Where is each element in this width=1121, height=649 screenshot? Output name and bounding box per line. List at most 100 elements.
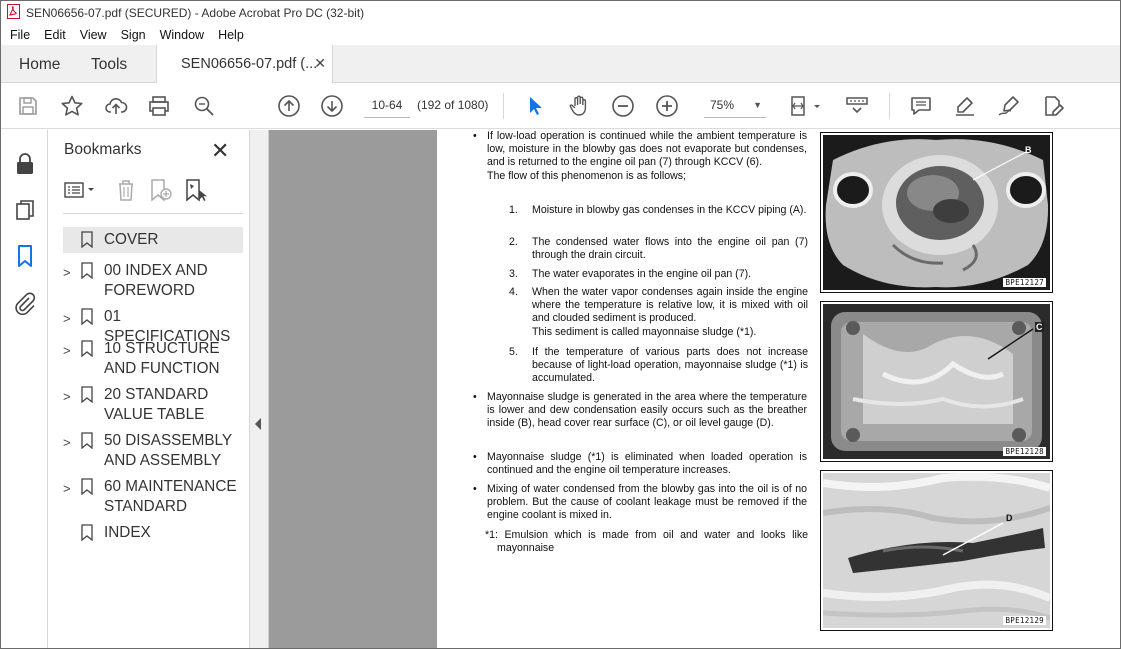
chevron-right-icon[interactable]: > (63, 263, 71, 283)
menu-view[interactable]: View (73, 28, 114, 42)
tab-bar: Home Tools SEN06656-07.pdf (... ✕ (1, 45, 1120, 84)
zoom-search-icon[interactable] (191, 93, 217, 119)
paragraph-sludge-eliminated: • Mayonnaise sludge (*1) is eliminated w… (473, 451, 807, 477)
photo-marker: C (1035, 322, 1044, 332)
title-bar: SEN06656-07.pdf (SECURED) - Adobe Acroba… (1, 1, 1120, 25)
chevron-right-icon[interactable]: > (63, 309, 71, 329)
sign-pen-icon[interactable] (996, 93, 1022, 119)
document-view[interactable]: • If low-load operation is continued whi… (269, 130, 1120, 648)
bookmark-item-maintenance-standard[interactable]: > 60 MAINTENANCE STANDARD (63, 477, 244, 517)
photo-breather-image: B BPE12127 (823, 135, 1050, 290)
lock-icon[interactable] (13, 152, 37, 176)
bullet-icon: • (473, 391, 477, 403)
photo-oil-gauge-image: D BPE12129 (823, 473, 1050, 628)
highlight-pen-icon[interactable] (952, 93, 978, 119)
step-number: 3. (509, 268, 518, 280)
tab-tools[interactable]: Tools (91, 56, 127, 74)
bookmark-item-cover[interactable]: COVER (63, 227, 243, 253)
navigation-rail (1, 130, 48, 648)
paragraph-coolant: • Mixing of water condensed from the blo… (473, 483, 807, 523)
bookmark-item-standard-value-table[interactable]: > 20 STANDARD VALUE TABLE (63, 385, 244, 425)
zoom-level-value: 75% (710, 98, 735, 112)
photo-head-cover: C BPE12128 (820, 301, 1053, 462)
select-cursor-icon[interactable] (522, 93, 548, 119)
attachments-icon[interactable] (13, 291, 37, 316)
page-number-input[interactable]: 10-64 (364, 92, 410, 118)
collapse-panel-icon[interactable] (255, 418, 261, 430)
tab-document-label: SEN06656-07.pdf (... (181, 56, 318, 72)
zoom-out-icon[interactable] (610, 93, 636, 119)
star-icon[interactable] (59, 93, 85, 119)
chevron-right-icon[interactable]: > (63, 479, 71, 499)
bookmark-icon (81, 308, 93, 331)
tab-home[interactable]: Home (19, 56, 60, 74)
step-text: When the water vapor condenses again ins… (532, 286, 808, 325)
bookmarks-panel: Bookmarks ✕ COVER > 00 INDEX AND FOREWOR (49, 130, 250, 648)
bookmark-from-selection-icon[interactable] (184, 178, 208, 207)
save-icon[interactable] (15, 93, 41, 119)
bookmark-options-icon[interactable] (63, 180, 97, 205)
menu-file[interactable]: File (1, 28, 37, 42)
menu-window[interactable]: Window (153, 28, 211, 42)
toolbar: 10-64 (192 of 1080) 75% ▼ (1, 83, 1120, 129)
bookmark-tools (63, 178, 233, 204)
panel-splitter[interactable] (250, 130, 269, 648)
bookmark-icon (81, 231, 93, 254)
step-text: If the temperature of various parts does… (532, 346, 808, 385)
delete-bookmark-icon[interactable] (115, 178, 137, 207)
hand-tool-icon[interactable] (566, 93, 592, 119)
bookmark-panel-icon[interactable] (13, 244, 37, 268)
footnote-mark: *1: (485, 529, 498, 541)
photo-caption: BPE12127 (1003, 278, 1046, 287)
step-number: 5. (509, 346, 518, 358)
bookmark-label: 60 MAINTENANCE STANDARD (104, 478, 237, 515)
page-thumbnails-icon[interactable] (13, 198, 37, 222)
paragraph-text: Mayonnaise sludge is generated in the ar… (487, 391, 807, 430)
zoom-in-icon[interactable] (654, 93, 680, 119)
acrobat-window: SEN06656-07.pdf (SECURED) - Adobe Acroba… (0, 0, 1121, 649)
close-panel-icon[interactable]: ✕ (211, 138, 229, 164)
scroll-mode-icon[interactable] (844, 93, 870, 119)
bookmark-item-index-foreword[interactable]: > 00 INDEX AND FOREWORD (63, 261, 244, 301)
photo-caption: BPE12129 (1003, 616, 1046, 625)
close-tab-icon[interactable]: ✕ (314, 55, 326, 72)
step-number: 4. (509, 286, 518, 298)
edit-document-icon[interactable] (1040, 93, 1066, 119)
menu-sign[interactable]: Sign (114, 28, 153, 42)
bookmark-label: 10 STRUCTURE AND FUNCTION (104, 340, 220, 377)
chevron-right-icon[interactable]: > (63, 387, 71, 407)
comment-icon[interactable] (908, 93, 934, 119)
acrobat-app-icon (7, 4, 20, 22)
step-text: Moisture in blowby gas condenses in the … (532, 204, 807, 216)
bookmark-item-structure-function[interactable]: > 10 STRUCTURE AND FUNCTION (63, 339, 244, 379)
menu-help[interactable]: Help (211, 28, 251, 42)
previous-page-icon[interactable] (276, 93, 302, 119)
step-text: The condensed water flows into the engin… (532, 236, 808, 262)
step-item: 5. If the temperature of various parts d… (509, 346, 808, 386)
photo-caption: BPE12128 (1003, 447, 1046, 456)
cloud-upload-icon[interactable] (103, 93, 129, 119)
next-page-icon[interactable] (319, 93, 345, 119)
paragraph-text: Mayonnaise sludge (*1) is eliminated whe… (487, 451, 807, 477)
print-icon[interactable] (146, 93, 172, 119)
bookmark-label: COVER (104, 231, 159, 248)
bookmark-item-index[interactable]: INDEX (63, 523, 244, 543)
bookmark-item-disassembly-assembly[interactable]: > 50 DISASSEMBLY AND ASSEMBLY (63, 431, 244, 471)
step-text: The water evaporates in the engine oil p… (532, 268, 752, 280)
page-gutter (269, 130, 437, 648)
menu-edit[interactable]: Edit (37, 28, 73, 42)
paragraph-low-load: • If low-load operation is continued whi… (473, 130, 807, 183)
step-text-continued: This sediment is called mayonnaise sludg… (532, 325, 757, 338)
paragraph-text: If low-load operation is continued while… (487, 130, 807, 169)
zoom-level-select[interactable]: 75% ▼ (704, 92, 766, 118)
photo-head-cover-image: C BPE12128 (823, 304, 1050, 459)
new-bookmark-icon[interactable] (149, 178, 173, 207)
fit-page-icon[interactable] (787, 93, 823, 119)
step-number: 2. (509, 236, 518, 248)
tab-document[interactable]: SEN06656-07.pdf (... ✕ (156, 45, 333, 84)
chevron-right-icon[interactable]: > (63, 433, 71, 453)
bookmark-label: 00 INDEX AND FOREWORD (104, 262, 208, 299)
chevron-right-icon[interactable]: > (63, 341, 71, 361)
step-item: 2. The condensed water flows into the en… (509, 236, 808, 262)
toolbar-divider (503, 93, 504, 119)
